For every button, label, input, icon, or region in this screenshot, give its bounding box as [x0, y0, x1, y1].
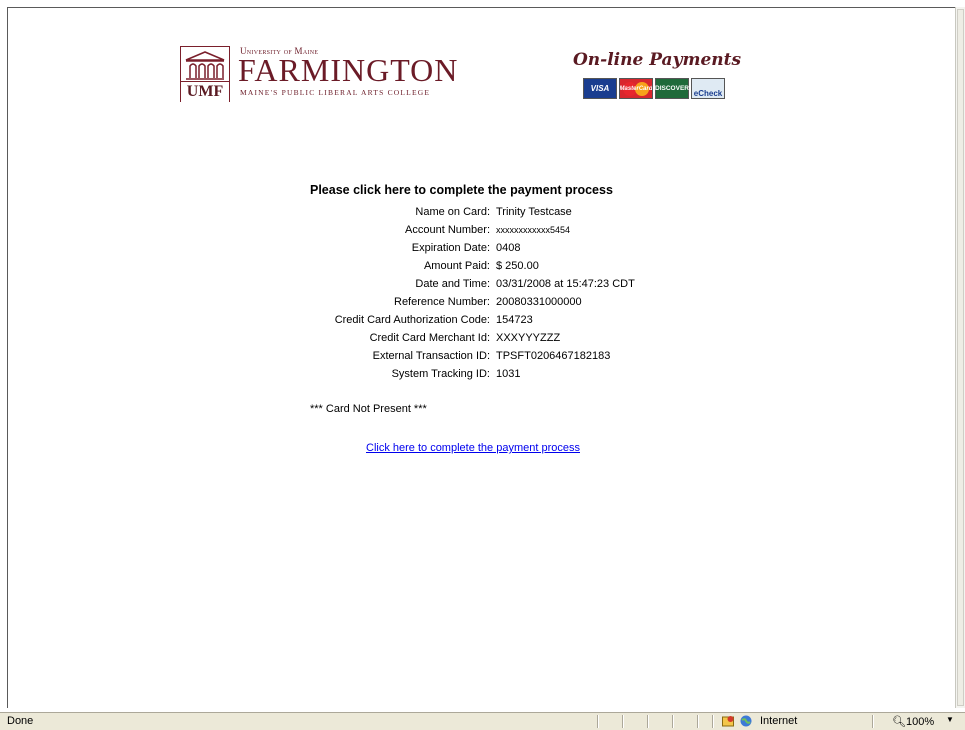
detail-value: 03/31/2008 at 15:47:23 CDT [496, 278, 635, 290]
payments-title: On-line Payments [573, 50, 742, 70]
detail-row: Expiration Date: 0408 [310, 239, 635, 257]
card-logos: VISA MasterCard DISCOVER eCheck [583, 78, 725, 99]
detail-row: Account Number: xxxxxxxxxxxx5454 [310, 221, 635, 239]
detail-value: 154723 [496, 314, 533, 326]
logo-name: FARMINGTON [238, 52, 459, 88]
protected-mode-icon[interactable] [722, 715, 734, 727]
status-divider [872, 715, 874, 728]
zoom-icon: 🔍︎ [892, 716, 906, 728]
detail-value: XXXYYYZZZ [496, 332, 561, 344]
detail-row: Date and Time: 03/31/2008 at 15:47:23 CDT [310, 275, 635, 293]
detail-row: Reference Number: 20080331000000 [310, 293, 635, 311]
detail-label: Credit Card Authorization Code: [334, 314, 490, 326]
zoom-level[interactable]: 🔍︎100% [892, 715, 934, 728]
zoom-value: 100% [905, 716, 935, 728]
detail-value: TPSFT0206467182183 [496, 350, 611, 362]
status-divider [597, 715, 599, 728]
detail-label: Reference Number: [394, 296, 490, 308]
detail-label: Date and Time: [415, 278, 490, 290]
mastercard-label: MasterCard [619, 85, 653, 92]
building-icon: UMF [180, 46, 230, 102]
status-text: Done [7, 715, 34, 727]
detail-label: Credit Card Merchant Id: [369, 332, 490, 344]
detail-value: xxxxxxxxxxxx5454 [496, 225, 571, 235]
zoom-dropdown-icon[interactable]: ▼ [946, 715, 954, 724]
detail-label: External Transaction ID: [372, 350, 490, 362]
status-divider [647, 715, 649, 728]
detail-label: Expiration Date: [411, 242, 490, 254]
security-zone-label: Internet [760, 715, 798, 727]
detail-row: Credit Card Merchant Id: XXXYYYZZZ [310, 329, 635, 347]
vertical-scrollbar[interactable] [955, 7, 965, 708]
detail-row: Credit Card Authorization Code: 154723 [310, 311, 635, 329]
complete-payment-link[interactable]: Click here to complete the payment proce… [366, 442, 580, 454]
internet-zone-icon [740, 715, 752, 727]
page-heading: Please click here to complete the paymen… [310, 183, 613, 197]
payment-details-table: Name on Card: Trinity Testcase Account Nu… [310, 203, 635, 383]
echeck-icon: eCheck [691, 78, 725, 99]
detail-label: System Tracking ID: [391, 368, 490, 380]
status-divider [712, 715, 714, 728]
building-graphic [185, 51, 225, 80]
visa-icon: VISA [583, 78, 617, 99]
detail-value: $ 250.00 [496, 260, 539, 272]
logo-tagline: MAINE'S PUBLIC LIBERAL ARTS COLLEGE [240, 88, 431, 97]
detail-row: Name on Card: Trinity Testcase [310, 203, 635, 221]
detail-value: 1031 [496, 368, 521, 380]
detail-label: Name on Card: [415, 206, 490, 218]
mastercard-icon: MasterCard [619, 78, 653, 99]
detail-value: Trinity Testcase [496, 206, 572, 218]
status-divider [622, 715, 624, 728]
detail-value: 0408 [496, 242, 521, 254]
detail-label: Account Number: [405, 224, 490, 236]
detail-row: System Tracking ID: 1031 [310, 365, 635, 383]
discover-icon: DISCOVER [655, 78, 689, 99]
status-bar: Done Internet 🔍︎100% ▼ [0, 712, 965, 730]
detail-row: External Transaction ID: TPSFT02064671821… [310, 347, 635, 365]
logo-mark-text: UMF [181, 81, 229, 102]
status-divider [697, 715, 699, 728]
detail-label: Amount Paid: [423, 260, 490, 272]
detail-row: Amount Paid: $ 250.00 [310, 257, 635, 275]
online-payments-banner: On-line Payments VISA MasterCard DISCOVE… [573, 50, 742, 99]
detail-value: 20080331000000 [496, 296, 582, 308]
scrollbar-thumb[interactable] [957, 9, 964, 706]
card-not-present-note: *** Card Not Present *** [310, 403, 427, 415]
status-divider [672, 715, 674, 728]
